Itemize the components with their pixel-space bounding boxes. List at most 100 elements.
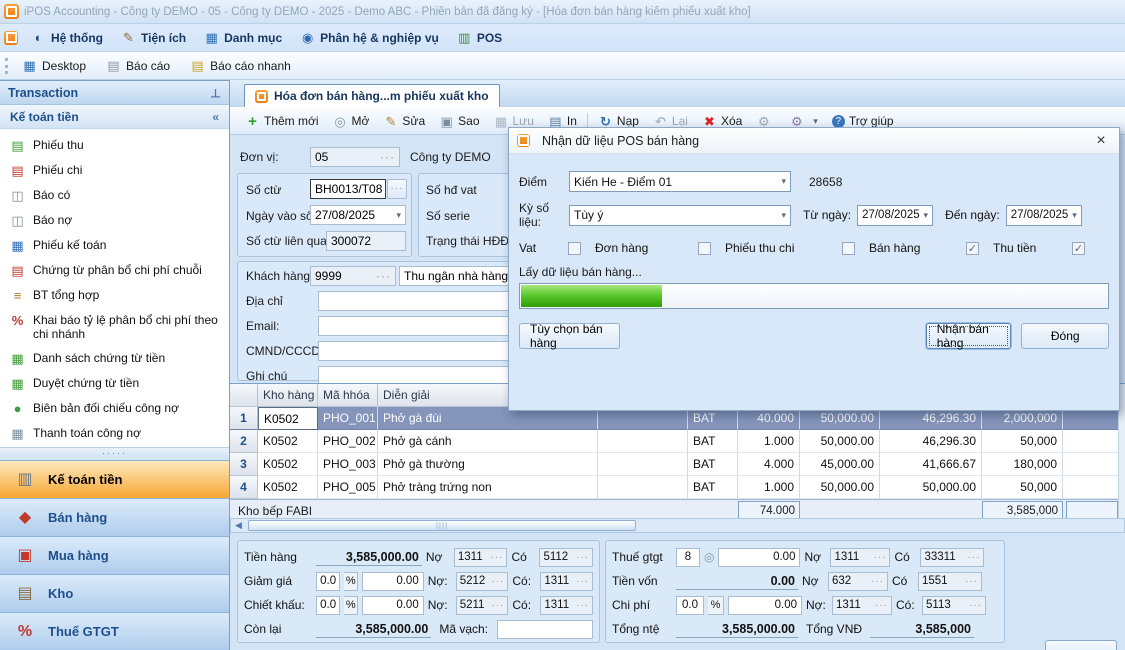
quickbar-item[interactable]: Báo cáo nhanh [180,55,301,76]
checkbox[interactable]: ✓ [842,242,855,255]
grid-horizontal-scrollbar[interactable]: ◀ |||| [230,518,1125,533]
thue-gtgt-amount-input[interactable]: 0.00 [718,548,800,567]
khach-hang-input[interactable]: 9999··· [310,266,396,286]
toolbar-button[interactable]: Mở [326,112,377,131]
toolbar-button[interactable]: Sửa [376,112,432,131]
sidebar-nav-item[interactable]: Thuế GTGT [0,612,229,650]
ngay-vao-so-date-combo[interactable]: 27/08/2025▾ [310,205,406,225]
toolbar-button[interactable]: Sao [432,112,486,131]
menu-item[interactable]: Danh mục [195,27,291,48]
tab-hoa-don-ban-hang[interactable]: Hóa đơn bán hàng...m phiếu xuất kho [244,84,500,107]
quickbar-item[interactable]: Báo cáo [96,55,180,76]
so-ctu-lien-qua-input[interactable]: 300072 [326,231,406,251]
sidebar-item[interactable]: Thanh toán công nợ [0,421,229,446]
sidebar-splitter[interactable]: ····· [0,447,229,460]
collapse-icon[interactable]: « [212,110,219,124]
col-header-kho-hang[interactable]: Kho hàng [258,384,318,407]
checkbox-option[interactable]: Phiếu thu chi ✓ [725,241,869,255]
dialog-checkbox-row: Vat ✓ Đơn hàng ✓ Phiếu thu chi ✓ Bá [519,241,1109,255]
giam-gia-pct-input[interactable]: 0.0 [316,572,340,591]
sidebar-item[interactable]: Phiếu kế toán [0,233,229,258]
co-account-input[interactable]: 1311··· [540,572,593,591]
ghi-chu-label: Ghi chú [246,369,287,383]
grid-row[interactable]: 2 K0502 PHO_002 Phở gà cánh BAT 1.000 50… [230,430,1125,453]
checkbox-option[interactable]: Bán hàng ✓ [869,241,993,255]
tu-ngay-date-combo[interactable]: 27/08/2025▾ [857,205,933,226]
giam-gia-amount-input[interactable]: 0.00 [362,572,424,591]
thue-gtgt-rate-input[interactable]: 8 [676,548,700,567]
no-account-input[interactable]: 1311··· [454,548,508,567]
tax-lookup-icon[interactable]: ◎ [704,550,714,564]
checkbox-option[interactable]: Đơn hàng ✓ [595,241,725,255]
sidebar-nav-item[interactable]: Kế toán tiền [0,460,229,498]
no-account-input[interactable]: 632··· [828,572,888,591]
totals-left-group: Tiền hàng 3,585,000.00 Nợ 1311··· Có 511… [237,540,600,643]
sidebar-item[interactable]: Phiếu chi [0,158,229,183]
chi-phi-pct-input[interactable]: 0.0 [676,596,704,615]
sidebar-item[interactable]: Duyệt chứng từ tiền [0,371,229,396]
pin-icon[interactable]: ⊤ [210,86,221,100]
co-account-input[interactable]: 5112··· [539,548,593,567]
no-account-input[interactable]: 1311··· [830,548,890,567]
checkbox[interactable]: ✓ [1072,242,1085,255]
sidebar-item[interactable]: Báo nợ [0,208,229,233]
chi-phi-amount-input[interactable]: 0.00 [728,596,802,615]
close-icon[interactable]: × [1091,132,1111,150]
sidebar-item[interactable]: Chứng từ phân bổ chi phí chuỗi [0,258,229,283]
toolbar-button[interactable]: Thêm mới [238,112,326,131]
menu-item[interactable]: Phân hệ & nghiệp vụ [291,27,448,48]
app-menu-button-icon[interactable] [4,31,18,45]
menu-item[interactable]: POS [448,27,511,48]
ky-so-lieu-combo[interactable]: Tùy ý▾ [569,205,791,226]
menu-item[interactable]: Tiện ích [112,27,195,48]
scroll-left-arrow-icon[interactable]: ◀ [231,520,246,531]
den-ngay-date-combo[interactable]: 27/08/2025▾ [1006,205,1082,226]
ma-vach-input[interactable] [497,620,593,639]
chiet-khau-pct-input[interactable]: 0.0 [316,596,340,615]
menu-item[interactable]: Hệ thống [22,27,112,48]
sidebar-item[interactable]: Khai báo tỷ lệ phân bổ chi phí theo chi … [0,308,229,346]
sidebar-nav-item[interactable]: Mua hàng [0,536,229,574]
so-ctu-input[interactable]: BH0013/T08 [310,179,386,199]
col-header-ma-hhoa[interactable]: Mã hhóa [318,384,378,407]
checkbox-option[interactable]: Thu tiền ✓ [993,241,1099,255]
utilities-icon [121,30,136,45]
catalog-icon [204,30,219,45]
sidebar-nav-item[interactable]: Kho [0,574,229,612]
close-button[interactable]: Đóng [1021,323,1109,349]
no-account-input[interactable]: 5212··· [456,572,509,591]
checkbox[interactable]: ✓ [966,242,979,255]
section-header-ke-toan-tien[interactable]: Kế toán tiền « [0,105,229,129]
co-account-input[interactable]: 1311··· [540,596,593,615]
so-ctu-browse-button[interactable]: ··· [387,179,407,199]
sales-options-button[interactable]: Tùy chọn bán hàng [519,323,620,349]
tien-von-label: Tiền vốn [612,574,672,588]
scrollbar-thumb[interactable]: |||| [248,520,636,531]
checkbox[interactable]: ✓ [568,242,581,255]
co-account-input[interactable]: 33311··· [920,548,984,567]
sidebar-item[interactable]: Phiếu thu [0,133,229,158]
sidebar-item[interactable]: Biên bản đối chiếu công nợ [0,396,229,421]
checkbox-option[interactable]: Vat ✓ [519,241,595,255]
checkbox[interactable]: ✓ [698,242,711,255]
co-account-input[interactable]: 1551··· [918,572,982,591]
sidebar-item[interactable]: BT tổng hợp [0,283,229,308]
no-account-input[interactable]: 1311··· [832,596,892,615]
sidebar-item[interactable]: Danh sách chứng từ tiền [0,346,229,371]
grid-row[interactable]: 4 K0502 PHO_005 Phở tràng trứng non BAT … [230,476,1125,499]
dialog-app-icon [517,134,530,147]
ky-so-lieu-label: Kỳ số liệu: [519,201,569,229]
quickbar-item[interactable]: Desktop [12,55,96,76]
co-account-input[interactable]: 5113··· [922,596,986,615]
sidebar-item[interactable]: Báo có [0,183,229,208]
chiet-khau-amount-input[interactable]: 0.00 [362,596,424,615]
partially-visible-button[interactable] [1045,640,1117,650]
menu-bar: Hệ thống Tiện ích Danh mục Phân hệ & ngh… [0,24,1125,52]
no-account-input[interactable]: 5211··· [456,596,509,615]
so-ctu-label: Số ctừ [246,183,281,197]
receive-sales-button[interactable]: Nhận bán hàng [926,323,1012,349]
grid-row[interactable]: 3 K0502 PHO_003 Phở gà thường BAT 4.000 … [230,453,1125,476]
sidebar-nav-item[interactable]: Bán hàng [0,498,229,536]
diem-combo[interactable]: Kiến He - Điểm 01▾ [569,171,791,192]
don-vi-input[interactable]: 05··· [310,147,400,167]
